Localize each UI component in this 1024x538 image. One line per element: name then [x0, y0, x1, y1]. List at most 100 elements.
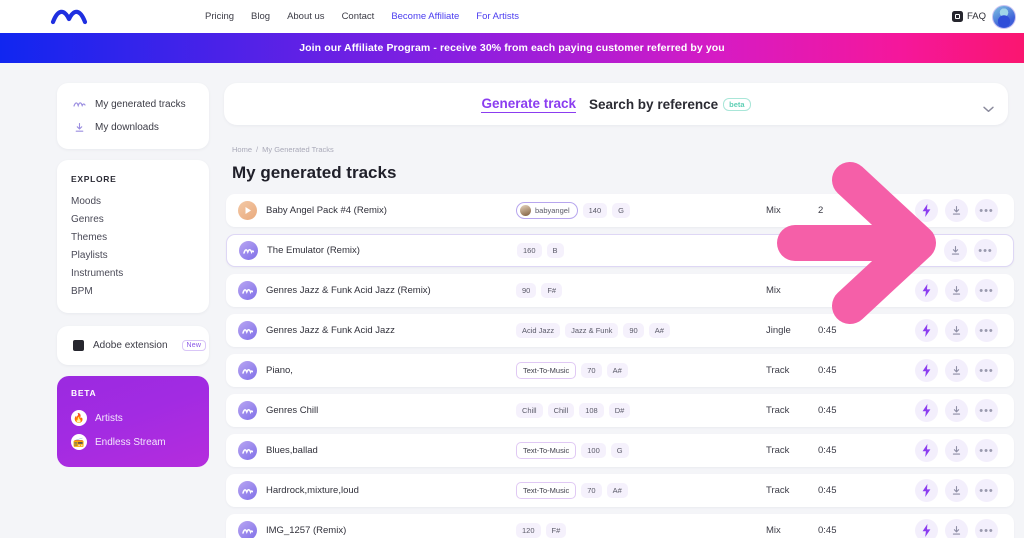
generate-variation-button[interactable] [915, 439, 938, 462]
track-thumbnail[interactable] [238, 521, 257, 538]
chevron-down-icon[interactable] [983, 100, 994, 113]
track-row[interactable]: Genres Jazz & Funk Acid Jazz Acid Jazz Jaz… [226, 314, 1014, 347]
track-tag-chip[interactable]: F# [545, 523, 567, 538]
track-tag-chip[interactable]: Text-To-Music [516, 362, 577, 379]
track-thumbnail[interactable] [238, 441, 257, 460]
generate-variation-button[interactable] [915, 199, 938, 222]
track-tag-chip[interactable]: 108 [579, 403, 604, 418]
download-button[interactable] [945, 519, 968, 538]
nav-item-contact[interactable]: Contact [342, 11, 375, 22]
download-button[interactable] [945, 479, 968, 502]
sidebar-item-my-downloads[interactable]: My downloads [57, 116, 209, 139]
sidebar-adobe-extension[interactable]: Adobe extension New [57, 326, 209, 365]
more-options-button[interactable]: ••• [975, 439, 998, 462]
waveform-icon [242, 408, 253, 414]
track-row[interactable]: Piano, Text-To-Music 70 A# Track 0:45 ••• [226, 354, 1014, 387]
tab-search-by-reference[interactable]: Search by reference beta [589, 97, 751, 112]
affiliate-banner[interactable]: Join our Affiliate Program - receive 30%… [0, 33, 1024, 63]
sidebar-item-moods[interactable]: Moods [57, 192, 209, 210]
generate-variation-button[interactable] [915, 519, 938, 538]
breadcrumb-home[interactable]: Home [232, 145, 252, 154]
download-button[interactable] [945, 399, 968, 422]
download-button[interactable] [944, 239, 967, 262]
sidebar-item-endless-stream[interactable]: 📻 Endless Stream [57, 430, 209, 454]
track-tag-chip[interactable]: 90 [516, 283, 537, 298]
sidebar-item-bpm[interactable]: BPM [57, 282, 209, 300]
track-tag-chip[interactable]: Jazz & Funk [565, 323, 619, 338]
track-thumbnail[interactable] [238, 281, 257, 300]
track-thumbnail[interactable] [238, 481, 257, 500]
track-tag-chip[interactable]: Chill [516, 403, 543, 418]
generate-variation-button[interactable] [915, 479, 938, 502]
more-options-button[interactable]: ••• [975, 319, 998, 342]
nav-item-pricing[interactable]: Pricing [205, 11, 234, 22]
generate-variation-button[interactable] [915, 319, 938, 342]
track-row[interactable]: Blues,ballad Text-To-Music 100 G Track 0:45 ••… [226, 434, 1014, 467]
sidebar-item-themes[interactable]: Themes [57, 228, 209, 246]
download-button[interactable] [945, 359, 968, 382]
track-thumbnail[interactable] [239, 241, 258, 260]
more-options-button[interactable]: ••• [975, 359, 998, 382]
track-tag-chip[interactable]: 70 [581, 363, 602, 378]
avatar[interactable] [992, 4, 1016, 29]
track-tag-chip[interactable]: G [610, 443, 629, 458]
track-row[interactable]: Genres Jazz & Funk Acid Jazz (Remix) 90 F#… [226, 274, 1014, 307]
track-thumbnail[interactable] [238, 321, 257, 340]
waveform-icon [242, 288, 253, 294]
track-tag-chip[interactable]: 140 [582, 203, 608, 218]
track-tag-chip[interactable]: D# [608, 403, 631, 418]
track-tag-chip[interactable]: Acid Jazz [516, 323, 561, 338]
track-tag-chip[interactable]: A# [606, 363, 628, 378]
sidebar-item-artists[interactable]: 🔥 Artists [57, 406, 209, 430]
track-row[interactable]: Baby Angel Pack #4 (Remix) babyangel 140 G M… [226, 194, 1014, 227]
adobe-extension-link[interactable]: Adobe extension New [57, 335, 209, 356]
more-options-button[interactable]: ••• [975, 279, 998, 302]
track-tag-chip[interactable]: F# [541, 283, 563, 298]
track-tag-chip[interactable]: 160 [517, 243, 542, 258]
more-options-button[interactable]: ••• [975, 199, 998, 222]
track-tag-chip[interactable]: A# [648, 323, 670, 338]
track-tags: 160 B [517, 243, 767, 258]
download-button[interactable] [945, 319, 968, 342]
track-thumbnail[interactable] [238, 361, 257, 380]
wave-logo[interactable] [50, 5, 112, 29]
sidebar-item-genres[interactable]: Genres [57, 210, 209, 228]
download-button[interactable] [945, 279, 968, 302]
more-options-button[interactable]: ••• [974, 239, 997, 262]
track-tag-chip[interactable]: A# [606, 483, 628, 498]
track-tag-chip[interactable]: Text-To-Music [516, 482, 577, 499]
faq-button[interactable]: FAQ [951, 11, 986, 22]
track-actions: ••• [914, 239, 997, 262]
sidebar-item-playlists[interactable]: Playlists [57, 246, 209, 264]
track-row[interactable]: Hardrock,mixture,loud Text-To-Music 70 A# Tr… [226, 474, 1014, 507]
nav-item-about-us[interactable]: About us [287, 11, 325, 22]
more-options-button[interactable]: ••• [975, 399, 998, 422]
sidebar-item-my-generated-tracks[interactable]: My generated tracks [57, 93, 209, 116]
download-button[interactable] [945, 439, 968, 462]
track-tag-chip[interactable]: 100 [581, 443, 606, 458]
nav-item-for-artists[interactable]: For Artists [476, 11, 519, 22]
generate-variation-button[interactable] [915, 279, 938, 302]
more-options-button[interactable]: ••• [975, 519, 998, 538]
tab-generate-track[interactable]: Generate track [481, 96, 577, 113]
generate-variation-button[interactable] [915, 359, 938, 382]
track-row[interactable]: The Emulator (Remix) 160 B ••• [226, 234, 1014, 267]
track-tag-chip[interactable]: Chill [547, 403, 575, 418]
track-tag-chip[interactable]: G [612, 203, 630, 218]
nav-item-become-affiliate[interactable]: Become Affiliate [391, 11, 459, 22]
track-tag-chip[interactable]: 90 [623, 323, 644, 338]
track-row[interactable]: IMG_1257 (Remix) 120 F# Mix 0:45 ••• [226, 514, 1014, 538]
track-row[interactable]: Genres Chill Chill Chill 108 D# Track 0:45 ••• [226, 394, 1014, 427]
download-button[interactable] [945, 199, 968, 222]
generate-variation-button[interactable] [915, 399, 938, 422]
track-thumbnail[interactable] [238, 201, 257, 220]
track-tag-chip[interactable]: 120 [516, 523, 541, 538]
track-thumbnail[interactable] [238, 401, 257, 420]
more-options-button[interactable]: ••• [975, 479, 998, 502]
track-tag-chip[interactable]: B [546, 243, 564, 258]
track-tag-chip[interactable]: babyangel [516, 202, 578, 219]
nav-item-blog[interactable]: Blog [251, 11, 270, 22]
sidebar-item-instruments[interactable]: Instruments [57, 264, 209, 282]
track-tag-chip[interactable]: 70 [581, 483, 602, 498]
track-tag-chip[interactable]: Text-To-Music [516, 442, 577, 459]
